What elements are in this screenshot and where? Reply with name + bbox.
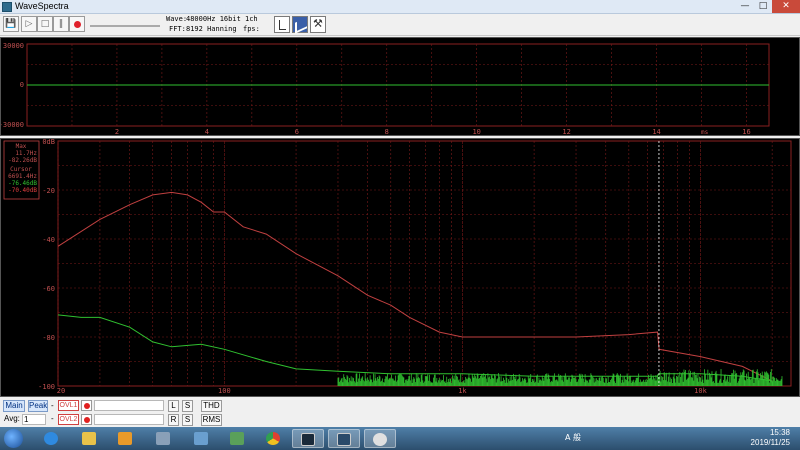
play-icon[interactable]: ▷ <box>21 16 37 32</box>
spectrum-noise-fill <box>337 369 783 386</box>
fft-setting-field: 8192 Hanning <box>186 25 237 33</box>
waveform-panel: 30000 0 -30000 2 4 6 8 10 12 14 16 ms <box>0 37 800 136</box>
scope-y-label-top: 30000 <box>3 42 24 50</box>
cursor-frequency: 6691.4Hz <box>8 173 37 180</box>
maximize-button[interactable]: □ <box>754 0 772 13</box>
clock-time: 15:38 <box>769 428 790 437</box>
paint-icon[interactable] <box>188 429 214 448</box>
level-meter-1 <box>94 400 164 411</box>
window-title: WaveSpectra <box>15 1 69 11</box>
scope-x-labels: 2 4 6 8 10 12 14 16 <box>115 128 751 136</box>
scope-x-tick-label: 4 <box>205 128 209 135</box>
wavespectra-task[interactable] <box>292 429 324 448</box>
spectrum-x-labels: 20 100 1k 10k <box>57 387 708 395</box>
record-button[interactable] <box>69 16 85 32</box>
ie-icon[interactable] <box>38 429 64 448</box>
system-tray[interactable]: A 般 <box>565 432 581 443</box>
cursor-level-green: -76.46dB <box>8 180 37 187</box>
taskbar: A 般 15:38 2019/11/25 <box>0 427 800 450</box>
pause-icon[interactable]: ‖ <box>53 16 69 32</box>
fps-field <box>258 25 272 33</box>
spectrum-view-icon[interactable] <box>292 16 308 33</box>
scope-x-tick-label: 16 <box>742 128 750 135</box>
separator-dash: - <box>51 401 54 410</box>
main-button[interactable]: Main <box>3 400 25 412</box>
rms-button[interactable]: RMS <box>201 414 222 426</box>
s-button-1[interactable]: S <box>182 400 193 412</box>
minimize-button[interactable]: — <box>736 0 754 13</box>
scope-y-label-bottom: -30000 <box>1 121 24 129</box>
wave-label: Wave: <box>166 15 188 23</box>
record-indicator-1[interactable] <box>81 400 92 411</box>
start-button[interactable] <box>4 429 23 448</box>
scope-x-tick-label: 6 <box>295 128 299 135</box>
scope-y-label-zero: 0 <box>20 81 24 89</box>
chrome-icon[interactable] <box>260 429 286 448</box>
max-level: -82.26dB <box>8 157 37 164</box>
spectrum-y-tick-label: -60 <box>42 285 55 293</box>
settings-wrench-icon[interactable] <box>310 16 326 33</box>
toolbar: 💾 ▷ □ ‖ Wave: 48000Hz 16bit 1ch FFT: 819… <box>0 14 800 36</box>
avg-select[interactable]: 1 <box>22 414 46 425</box>
spectrum-y-tick-label: -80 <box>42 334 55 342</box>
spectrum-plot: 0dB -20 -40 -60 -80 -100 20 100 1k 10k Max 11.7H… <box>3 138 792 395</box>
thd-button[interactable]: THD <box>201 400 222 412</box>
spectrum-y-tick-label: -100 <box>38 383 55 391</box>
scope-x-unit: ms <box>701 129 709 135</box>
title-bar: WaveSpectra — □ ✕ <box>0 0 800 14</box>
spectrum-series <box>57 191 783 386</box>
display-settings-icon[interactable] <box>274 16 290 33</box>
spectrum-x-tick-label: 1k <box>458 387 467 395</box>
spectrum-x-tick-label: 20 <box>57 387 65 395</box>
scope-x-tick-label: 12 <box>562 128 570 135</box>
spectrum-y-labels: 0dB -20 -40 -60 -80 -100 <box>38 138 55 391</box>
media-player-icon[interactable] <box>112 429 138 448</box>
clock[interactable]: 15:38 2019/11/25 <box>751 428 790 448</box>
spectrum-panel: 0dB -20 -40 -60 -80 -100 20 100 1k 10k Max 11.7H… <box>0 138 800 397</box>
spectrum-x-tick-label: 100 <box>218 387 231 395</box>
scope-x-tick-label: 14 <box>652 128 660 135</box>
cursor-level-red: -70.40dB <box>8 187 37 194</box>
fft-label: FFT: <box>169 25 186 33</box>
clock-date: 2019/11/25 <box>750 438 790 447</box>
spectrum-grid <box>57 141 791 386</box>
spectrum-main-line <box>57 314 773 382</box>
ovl2-indicator: OVL2 <box>58 414 79 425</box>
app-task[interactable] <box>364 429 396 448</box>
wave-format-field: 48000Hz 16bit 1ch <box>186 15 258 23</box>
left-channel-button-1[interactable]: L <box>168 400 179 412</box>
separator-dash-2: - <box>51 414 54 423</box>
scope-x-tick-label: 8 <box>385 128 389 135</box>
spectrum-x-tick-label: 10k <box>694 387 707 395</box>
max-frequency: 11.7Hz <box>15 150 37 157</box>
people-icon[interactable] <box>224 429 250 448</box>
wavegene-task[interactable] <box>328 429 360 448</box>
s-button-2[interactable]: S <box>182 414 193 426</box>
avg-label: Avg: <box>4 414 20 423</box>
close-button[interactable]: ✕ <box>772 0 800 13</box>
open-file-icon[interactable]: 💾 <box>3 16 19 32</box>
scope-x-tick-label: 2 <box>115 128 119 135</box>
stop-icon[interactable]: □ <box>37 16 53 32</box>
r-button[interactable]: R <box>168 414 179 426</box>
scope-x-tick-label: 10 <box>472 128 480 135</box>
spectrum-y-tick-label: -20 <box>42 187 55 195</box>
level-meter-2 <box>94 414 164 425</box>
ovl1-indicator: OVL1 <box>58 400 79 411</box>
waveform-plot: 30000 0 -30000 2 4 6 8 10 12 14 16 ms <box>0 42 770 136</box>
cursor-title: Cursor <box>10 166 32 173</box>
app-icon <box>2 2 12 12</box>
spectrum-y-tick-label: -40 <box>42 236 55 244</box>
peak-button[interactable]: Peak <box>28 400 48 412</box>
max-title: Max <box>16 143 27 150</box>
spectrum-y-tick-label: 0dB <box>42 139 55 146</box>
position-slider[interactable] <box>90 25 160 27</box>
control-strip: Main Peak - OVL1 L S THD Avg: 1 - OVL2 R… <box>0 397 800 427</box>
record-indicator-2[interactable] <box>81 414 92 425</box>
explorer-icon[interactable] <box>76 429 102 448</box>
spectrum-peak-line <box>57 191 773 382</box>
network-icon[interactable] <box>150 429 176 448</box>
